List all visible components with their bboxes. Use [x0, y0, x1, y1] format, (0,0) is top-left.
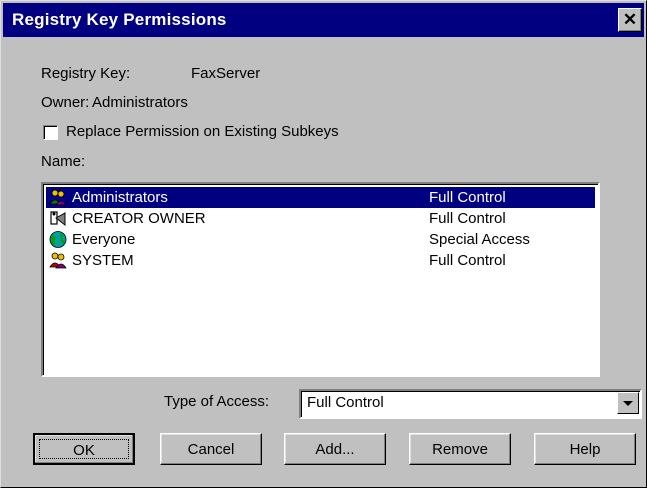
list-item[interactable]: SYSTEM Full Control	[46, 250, 595, 271]
remove-button-label: Remove	[432, 441, 488, 458]
name-list-header: Name:	[41, 153, 86, 170]
type-of-access-label: Type of Access:	[164, 393, 270, 410]
list-item-name: CREATOR OWNER	[72, 210, 206, 227]
list-item-access: Special Access	[429, 231, 530, 248]
list-item-name: Administrators	[72, 189, 168, 206]
cancel-button[interactable]: Cancel	[160, 433, 262, 465]
registry-key-label: Registry Key:	[41, 65, 131, 82]
type-of-access-value: Full Control	[307, 394, 384, 411]
close-button[interactable]: ✕	[618, 8, 642, 32]
registry-key-value: FaxServer	[191, 65, 261, 82]
list-item-access: Full Control	[429, 252, 506, 269]
help-button[interactable]: Help	[534, 433, 636, 465]
list-item-name: Everyone	[72, 231, 136, 248]
permissions-list[interactable]: Administrators Full Control CREATOR OWNE…	[41, 182, 600, 377]
ok-button[interactable]: OK	[33, 433, 135, 465]
dropdown-arrow-button[interactable]	[617, 392, 639, 414]
replace-permission-checkbox[interactable]	[43, 125, 58, 140]
owner-value: Administrators	[92, 94, 188, 111]
special-user-icon	[50, 211, 66, 227]
owner-label: Owner:	[41, 94, 90, 111]
list-item-access: Full Control	[429, 210, 506, 227]
add-button[interactable]: Add...	[284, 433, 386, 465]
type-of-access-select[interactable]: Full Control	[299, 389, 642, 419]
list-item[interactable]: Administrators Full Control	[46, 187, 595, 208]
cancel-button-label: Cancel	[187, 441, 235, 458]
permissions-dialog: Registry Key Permissions ✕ Registry Key:…	[0, 0, 647, 488]
window-title: Registry Key Permissions	[12, 10, 227, 29]
help-button-label: Help	[569, 441, 601, 458]
close-icon: ✕	[622, 10, 638, 29]
group-icon	[49, 189, 67, 206]
focus-rectangle	[39, 439, 129, 459]
title-bar[interactable]: Registry Key Permissions ✕	[3, 3, 644, 37]
list-item[interactable]: CREATOR OWNER Full Control	[46, 208, 595, 229]
list-item-name: SYSTEM	[72, 252, 134, 269]
remove-button[interactable]: Remove	[409, 433, 511, 465]
list-item[interactable]: Everyone Special Access	[46, 229, 595, 250]
add-button-label: Add...	[315, 441, 355, 458]
globe-icon	[49, 231, 67, 248]
group-icon	[49, 252, 67, 269]
replace-permission-label[interactable]: Replace Permission on Existing Subkeys	[66, 123, 339, 140]
list-item-access: Full Control	[429, 189, 506, 206]
